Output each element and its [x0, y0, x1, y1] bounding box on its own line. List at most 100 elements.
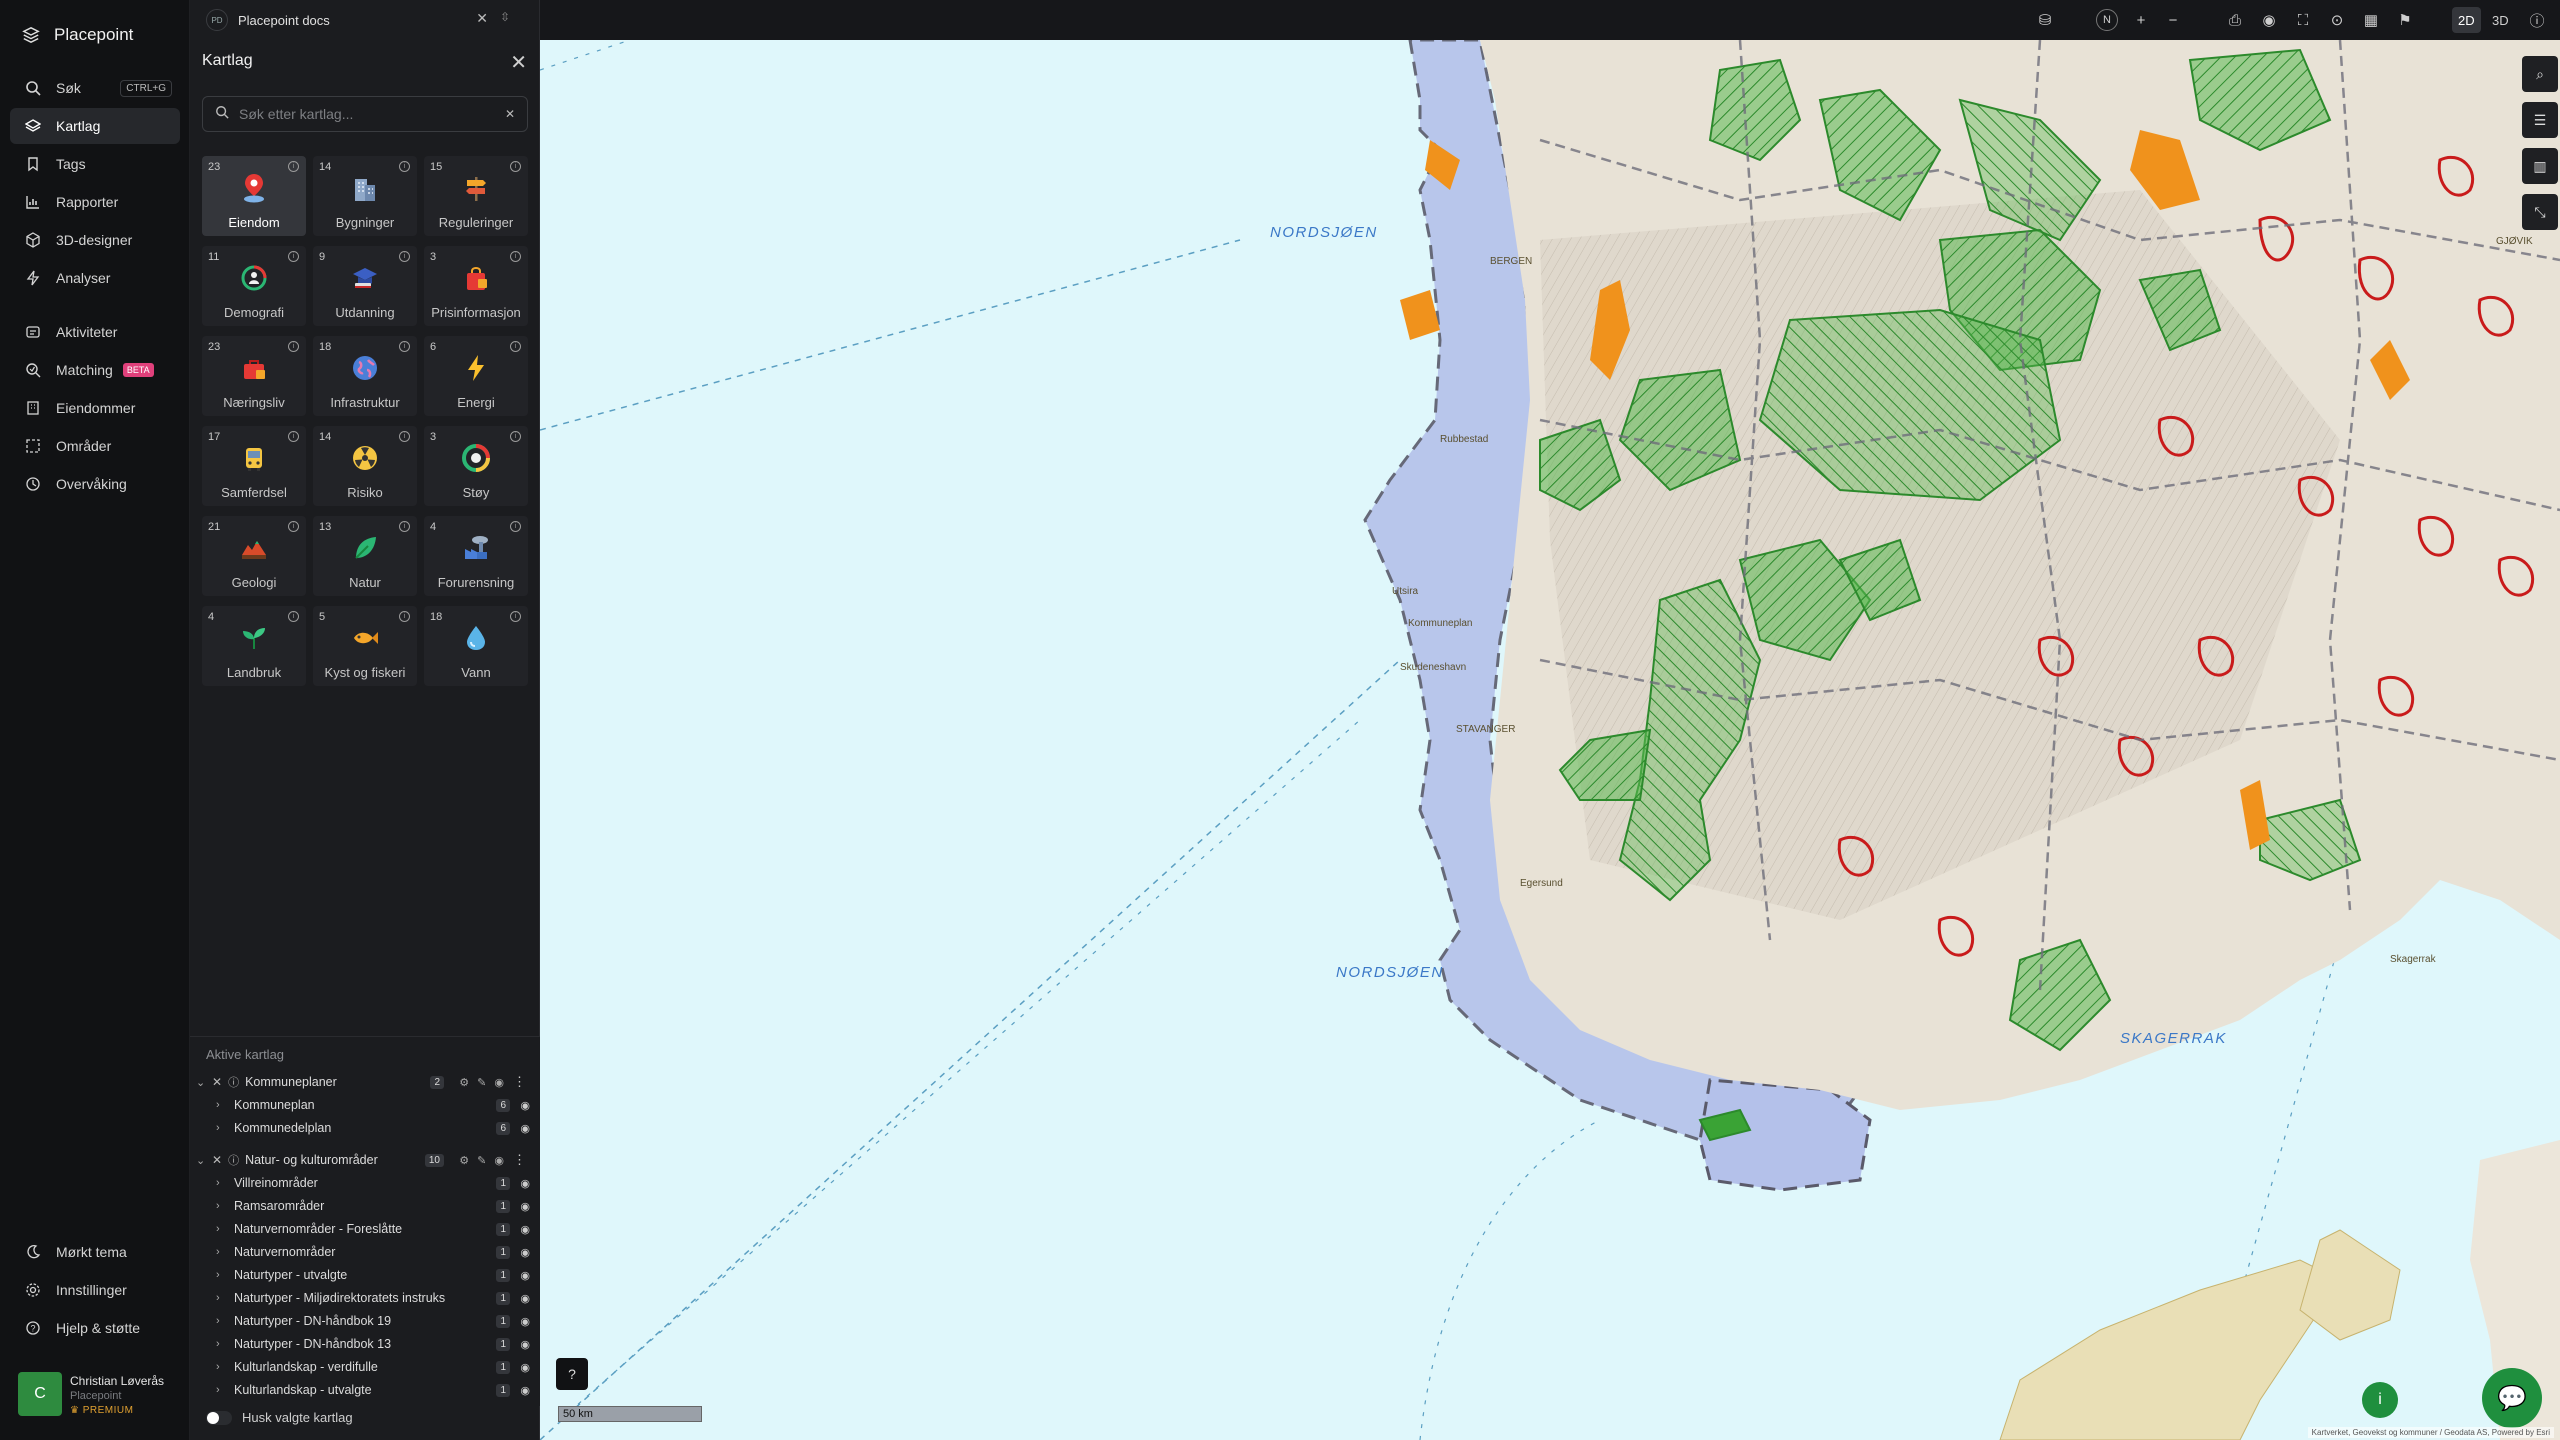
- remove-group-icon[interactable]: ✕: [212, 1153, 222, 1167]
- layer-row[interactable]: › Kulturlandskap - verdifulle 1 ◉: [190, 1356, 540, 1378]
- category-tile-eiendom[interactable]: 23 i Eiendom: [202, 156, 306, 236]
- nav-item-rapporter[interactable]: Rapporter: [10, 184, 180, 220]
- layer-row[interactable]: › Kommunedelplan 6 ◉: [190, 1117, 540, 1139]
- eye-icon[interactable]: ◉: [520, 1315, 530, 1328]
- category-tile-natur[interactable]: 13 i Natur: [313, 516, 417, 596]
- chevron-right-icon[interactable]: ›: [216, 1246, 226, 1258]
- map-help-button[interactable]: ?: [556, 1358, 588, 1390]
- category-tile-risiko[interactable]: 14 i Risiko: [313, 426, 417, 506]
- nav-item-3d-designer[interactable]: 3D-designer: [10, 222, 180, 258]
- search-map-icon[interactable]: ⌕: [2522, 56, 2558, 92]
- chevron-right-icon[interactable]: ›: [216, 1177, 226, 1189]
- layer-row[interactable]: › Naturtyper - Miljødirektoratets instru…: [190, 1287, 540, 1309]
- chevron-down-icon[interactable]: ⌄: [196, 1154, 206, 1167]
- category-tile-utdanning[interactable]: 9 i Utdanning: [313, 246, 417, 326]
- eye-icon[interactable]: ◉: [520, 1269, 530, 1282]
- app-brand[interactable]: Placepoint: [22, 20, 133, 50]
- eye-icon[interactable]: ◉: [520, 1223, 530, 1236]
- print-icon[interactable]: ⎙: [2224, 9, 2246, 31]
- layer-row[interactable]: › Naturvernområder 1 ◉: [190, 1241, 540, 1263]
- nav-item-analyser[interactable]: Analyser: [10, 260, 180, 296]
- layer-search-input[interactable]: [239, 106, 495, 122]
- close-panel-button[interactable]: ✕: [510, 50, 527, 75]
- user-profile[interactable]: C Christian Løverås Placepoint ♛ PREMIUM: [18, 1372, 178, 1420]
- remove-group-icon[interactable]: ✕: [212, 1075, 222, 1089]
- bookmark-icon[interactable]: ⚑: [2394, 9, 2416, 31]
- mode-2d-button[interactable]: 2D: [2452, 7, 2481, 33]
- grid-icon[interactable]: ▦: [2360, 9, 2382, 31]
- category-tile-prisinformasjon[interactable]: 3 i Prisinformasjon: [424, 246, 528, 326]
- nav-item-tags[interactable]: Tags: [10, 146, 180, 182]
- view-icon[interactable]: ◉: [2258, 9, 2280, 31]
- map-view[interactable]: NORDSJØEN NORDSJØEN SKAGERRAK BERGEN Rub…: [540, 40, 2560, 1440]
- info-icon[interactable]: i: [510, 161, 521, 172]
- layer-row[interactable]: › Ramsarområder 1 ◉: [190, 1195, 540, 1217]
- nav-item-matching[interactable]: Matching BETA: [10, 352, 180, 388]
- layer-row[interactable]: › Kommuneplan 6 ◉: [190, 1094, 540, 1116]
- fullscreen-icon[interactable]: ⛶: [2292, 9, 2314, 31]
- map-info-button[interactable]: i: [2362, 1382, 2398, 1418]
- compass-button[interactable]: N: [2096, 9, 2118, 31]
- info-icon[interactable]: i: [399, 611, 410, 622]
- remember-layers-toggle[interactable]: [206, 1410, 232, 1425]
- info-icon[interactable]: i: [510, 341, 521, 352]
- layer-row[interactable]: › Naturtyper - DN-håndbok 19 1 ◉: [190, 1310, 540, 1332]
- eye-icon[interactable]: ◉: [520, 1122, 530, 1135]
- chevron-right-icon[interactable]: ›: [216, 1223, 226, 1235]
- info-icon[interactable]: i: [288, 161, 299, 172]
- eye-icon[interactable]: ◉: [520, 1338, 530, 1351]
- layer-group-natur-og-kulturomrader[interactable]: ⌄ ✕ ⓘ Natur- og kulturområder 10 ⚙ ✎ ◉ ⋮: [190, 1149, 540, 1171]
- info-icon[interactable]: ⓘ: [2526, 9, 2548, 31]
- info-icon[interactable]: i: [399, 431, 410, 442]
- chat-button[interactable]: 💬: [2482, 1368, 2542, 1428]
- settings-icon[interactable]: ⚙: [459, 1076, 469, 1089]
- nav-item-dark-theme[interactable]: Mørkt tema: [10, 1234, 180, 1270]
- chevron-down-icon[interactable]: ⌄: [196, 1076, 206, 1089]
- remember-layers[interactable]: Husk valgte kartlag: [206, 1410, 353, 1425]
- category-tile-energi[interactable]: 6 i Energi: [424, 336, 528, 416]
- category-tile-demografi[interactable]: 11 i Demografi: [202, 246, 306, 326]
- settings-icon[interactable]: ⚙: [459, 1154, 469, 1167]
- nav-item-help[interactable]: ? Hjelp & støtte: [10, 1310, 180, 1346]
- info-icon[interactable]: i: [399, 251, 410, 262]
- layer-row[interactable]: › Naturtyper - DN-håndbok 13 1 ◉: [190, 1333, 540, 1355]
- zoom-in-icon[interactable]: +: [2130, 9, 2152, 31]
- chevron-right-icon[interactable]: ›: [216, 1200, 226, 1212]
- chevron-updown-icon[interactable]: ⇳: [500, 10, 510, 24]
- measure-icon[interactable]: ⤡: [2522, 194, 2558, 230]
- category-tile-reguleringer[interactable]: 15 i Reguleringer: [424, 156, 528, 236]
- nav-item-omrader[interactable]: Områder: [10, 428, 180, 464]
- document-tab[interactable]: PD Placepoint docs ✕ ⇳: [206, 6, 524, 34]
- chevron-right-icon[interactable]: ›: [216, 1361, 226, 1373]
- eye-icon[interactable]: ◉: [520, 1246, 530, 1259]
- eye-icon[interactable]: ◉: [520, 1099, 530, 1112]
- info-icon[interactable]: i: [288, 611, 299, 622]
- category-tile-naeringsliv[interactable]: 23 i Næringsliv: [202, 336, 306, 416]
- nav-item-aktiviteter[interactable]: Aktiviteter: [10, 314, 180, 350]
- category-tile-bygninger[interactable]: 14 i Bygninger: [313, 156, 417, 236]
- nav-item-overvaking[interactable]: Overvåking: [10, 466, 180, 502]
- eye-icon[interactable]: ◉: [520, 1292, 530, 1305]
- layers-stack-icon[interactable]: ⛁: [2034, 9, 2056, 31]
- category-tile-infrastruktur[interactable]: 18 i Infrastruktur: [313, 336, 417, 416]
- info-icon[interactable]: i: [288, 521, 299, 532]
- category-tile-geologi[interactable]: 21 i Geologi: [202, 516, 306, 596]
- info-icon[interactable]: i: [510, 251, 521, 262]
- info-icon[interactable]: i: [288, 251, 299, 262]
- eye-icon[interactable]: ◉: [520, 1200, 530, 1213]
- layer-row[interactable]: › Villreinområder 1 ◉: [190, 1172, 540, 1194]
- layer-row[interactable]: › Naturvernområder - Foreslåtte 1 ◉: [190, 1218, 540, 1240]
- edit-icon[interactable]: ✎: [477, 1076, 486, 1089]
- info-icon[interactable]: i: [288, 341, 299, 352]
- category-tile-landbruk[interactable]: 4 i Landbruk: [202, 606, 306, 686]
- eye-icon[interactable]: ◉: [520, 1361, 530, 1374]
- info-icon[interactable]: ⓘ: [228, 1152, 239, 1168]
- chevron-right-icon[interactable]: ›: [216, 1315, 226, 1327]
- chevron-right-icon[interactable]: ›: [216, 1384, 226, 1396]
- close-icon[interactable]: ✕: [476, 10, 488, 27]
- chevron-right-icon[interactable]: ›: [216, 1099, 226, 1111]
- eye-icon[interactable]: ◉: [520, 1384, 530, 1397]
- nav-item-kartlag[interactable]: Kartlag: [10, 108, 180, 144]
- chevron-right-icon[interactable]: ›: [216, 1292, 226, 1304]
- info-icon[interactable]: i: [399, 341, 410, 352]
